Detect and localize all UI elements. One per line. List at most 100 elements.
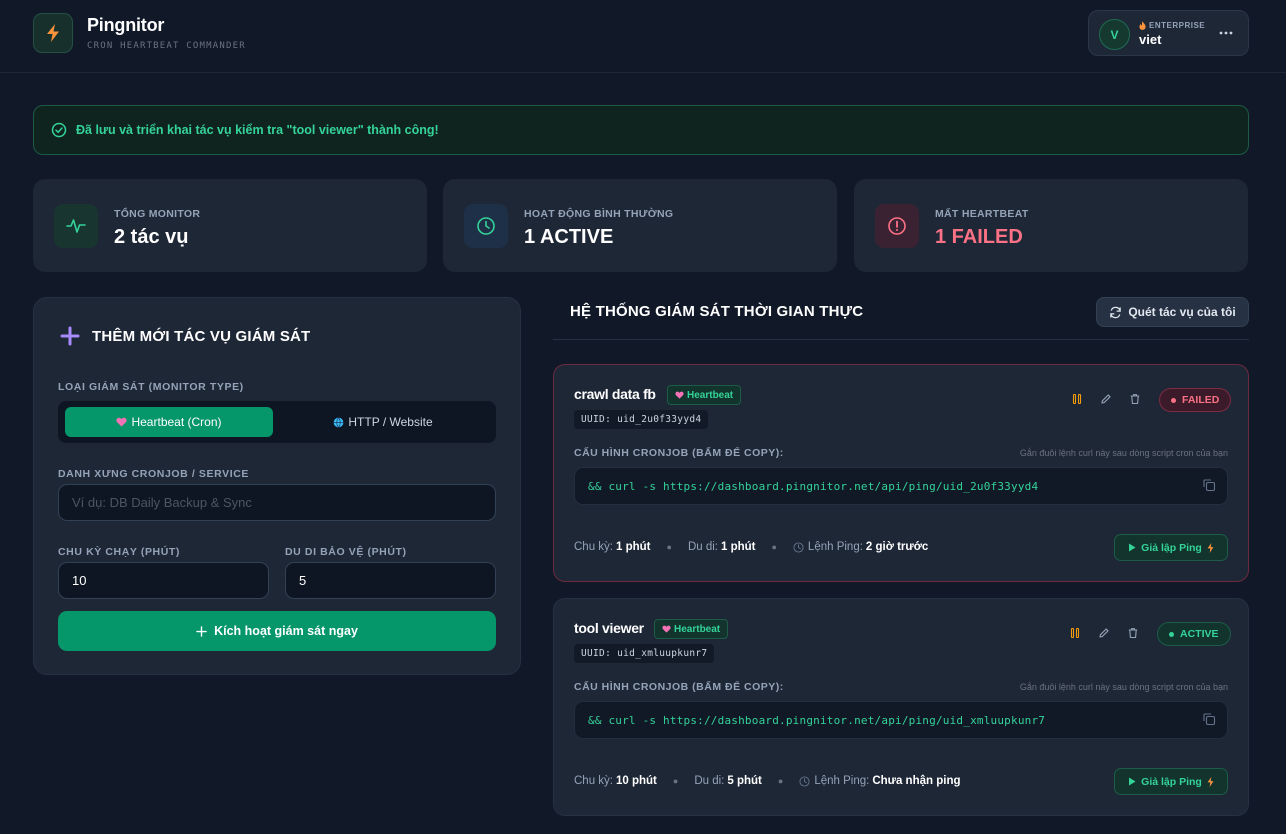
interval-meta-value: 1 phút xyxy=(616,541,651,553)
scan-tasks-button[interactable]: Quét tác vụ của tôi xyxy=(1096,297,1249,327)
check-circle-icon xyxy=(51,122,67,138)
stat-value: 1 FAILED xyxy=(935,226,1023,248)
monitor-name: crawl data fb xyxy=(574,386,656,402)
cron-command-box[interactable]: && curl -s https://dashboard.pingnitor.n… xyxy=(574,467,1228,505)
app-tagline: CRON HEARTBEAT COMMANDER xyxy=(87,41,246,51)
monitor-type-badge: Heartbeat xyxy=(654,619,729,639)
alert-circle-icon xyxy=(875,204,919,248)
divider xyxy=(553,339,1249,340)
status-badge: ACTIVE xyxy=(1157,622,1231,646)
monitor-type-label: LOẠI GIÁM SÁT (MONITOR TYPE) xyxy=(58,381,244,393)
interval-input[interactable] xyxy=(58,562,269,599)
edit-icon[interactable] xyxy=(1097,391,1115,407)
simulate-label: Giả lập Ping xyxy=(1141,541,1202,554)
clock-icon xyxy=(793,541,804,553)
flame-icon xyxy=(1139,21,1146,30)
cron-command-box[interactable]: && curl -s https://dashboard.pingnitor.n… xyxy=(574,701,1228,739)
cron-command: && curl -s https://dashboard.pingnitor.n… xyxy=(588,480,1039,493)
interval-meta-value: 10 phút xyxy=(616,775,657,787)
grace-meta-value: 5 phút xyxy=(727,775,762,787)
pause-icon[interactable] xyxy=(1066,625,1084,641)
bolt-icon xyxy=(1207,776,1214,787)
type-badge-label: Heartbeat xyxy=(674,623,721,635)
heart-icon xyxy=(675,391,684,399)
meta-separator: ● xyxy=(771,542,777,552)
type-badge-label: Heartbeat xyxy=(687,389,734,401)
last-ping-label: Lệnh Ping: xyxy=(807,541,863,553)
app-logo[interactable] xyxy=(33,13,73,53)
monitor-actions xyxy=(1068,391,1144,407)
monitors-section-title: HỆ THỐNG GIÁM SÁT THỜI GIAN THỰC xyxy=(570,303,864,320)
type-option-http[interactable]: HTTP / Website xyxy=(278,407,488,437)
submit-label: Kích hoạt giám sát ngay xyxy=(214,624,358,638)
alert-message: Đã lưu và triển khai tác vụ kiểm tra "to… xyxy=(76,123,439,137)
stat-label: HOẠT ĐỘNG BÌNH THƯỜNG xyxy=(524,208,674,220)
form-header: THÊM MỚI TÁC VỤ GIÁM SÁT xyxy=(60,326,310,346)
type-option-label: HTTP / Website xyxy=(348,415,433,429)
form-title: THÊM MỚI TÁC VỤ GIÁM SÁT xyxy=(92,327,311,345)
grace-input[interactable] xyxy=(285,562,496,599)
meta-separator: ● xyxy=(666,542,672,552)
pulse-icon xyxy=(54,204,98,248)
stat-value: 1 ACTIVE xyxy=(524,226,614,248)
username: viet xyxy=(1139,32,1162,47)
interval-label: CHU KỲ CHẠY (PHÚT) xyxy=(58,546,181,558)
user-menu[interactable]: V ENTERPRISE viet xyxy=(1088,10,1249,56)
monitor-uuid: UUID: uid_xmluupkunr7 xyxy=(574,644,715,663)
grace-meta-label: Du di: xyxy=(694,775,725,787)
last-ping-label: Lệnh Ping: xyxy=(814,775,870,787)
trash-icon[interactable] xyxy=(1126,391,1144,407)
refresh-icon xyxy=(1110,306,1122,318)
plus-icon xyxy=(196,625,207,637)
play-icon xyxy=(1129,777,1136,786)
copy-icon[interactable] xyxy=(1202,478,1216,492)
status-label: ACTIVE xyxy=(1180,628,1219,640)
type-option-label: Heartbeat (Cron) xyxy=(131,415,222,429)
more-options-icon[interactable] xyxy=(1218,24,1234,42)
simulate-label: Giả lập Ping xyxy=(1141,775,1202,788)
monitor-meta: Chu kỳ: 10 phút ● Du di: 5 phút ● Lệnh P… xyxy=(574,775,961,787)
monitor-uuid: UUID: uid_2u0f33yyd4 xyxy=(574,410,709,429)
bolt-icon xyxy=(47,24,59,42)
monitor-card: tool viewer Heartbeat UUID: uid_xmluupku… xyxy=(553,598,1249,816)
edit-icon[interactable] xyxy=(1095,625,1113,641)
service-name-input[interactable] xyxy=(58,484,496,521)
interval-meta-label: Chu kỳ: xyxy=(574,541,613,553)
activate-monitor-button[interactable]: Kích hoạt giám sát ngay xyxy=(58,611,496,651)
meta-separator: ● xyxy=(672,776,679,786)
plan-badge: ENTERPRISE xyxy=(1139,21,1205,30)
monitor-card: crawl data fb Heartbeat UUID: uid_2u0f33… xyxy=(553,364,1249,582)
plus-icon xyxy=(60,326,80,346)
cron-command: && curl -s https://dashboard.pingnitor.n… xyxy=(588,714,1046,727)
stat-label: TỔNG MONITOR xyxy=(114,208,201,220)
last-ping-value: Chưa nhận ping xyxy=(872,775,961,787)
grace-meta-value: 1 phút xyxy=(720,541,756,553)
globe-icon xyxy=(334,416,344,428)
clock-icon xyxy=(799,775,810,787)
pause-icon[interactable] xyxy=(1068,391,1086,407)
grace-label: DU DI BẢO VỆ (PHÚT) xyxy=(285,546,407,558)
trash-icon[interactable] xyxy=(1124,625,1142,641)
stat-card-failed: MẤT HEARTBEAT 1 FAILED xyxy=(854,179,1248,272)
status-dot xyxy=(1171,397,1176,403)
stat-card-total: TỔNG MONITOR 2 tác vụ xyxy=(33,179,427,272)
simulate-ping-button[interactable]: Giả lập Ping xyxy=(1114,534,1228,561)
status-badge: FAILED xyxy=(1159,388,1232,412)
simulate-ping-button[interactable]: Giả lập Ping xyxy=(1114,768,1228,795)
add-monitor-form: THÊM MỚI TÁC VỤ GIÁM SÁT LOẠI GIÁM SÁT (… xyxy=(33,297,521,675)
app-header: Pingnitor CRON HEARTBEAT COMMANDER V ENT… xyxy=(0,0,1286,73)
bolt-icon xyxy=(1207,542,1214,553)
meta-separator: ● xyxy=(777,776,784,786)
copy-icon[interactable] xyxy=(1202,712,1216,726)
avatar: V xyxy=(1099,19,1130,50)
cron-config-label: CẤU HÌNH CRONJOB (BẤM ĐỂ COPY): xyxy=(574,447,784,459)
heart-icon xyxy=(662,625,671,633)
stat-value: 2 tác vụ xyxy=(114,226,189,248)
heart-icon xyxy=(116,417,128,427)
clock-icon xyxy=(464,204,508,248)
cron-hint: Gắn đuôi lệnh curl này sau dòng script c… xyxy=(1019,682,1228,692)
app-name: Pingnitor xyxy=(87,15,165,35)
type-option-heartbeat[interactable]: Heartbeat (Cron) xyxy=(65,407,273,437)
monitor-type-toggle: Heartbeat (Cron) HTTP / Website xyxy=(58,401,496,443)
status-label: FAILED xyxy=(1182,394,1220,406)
